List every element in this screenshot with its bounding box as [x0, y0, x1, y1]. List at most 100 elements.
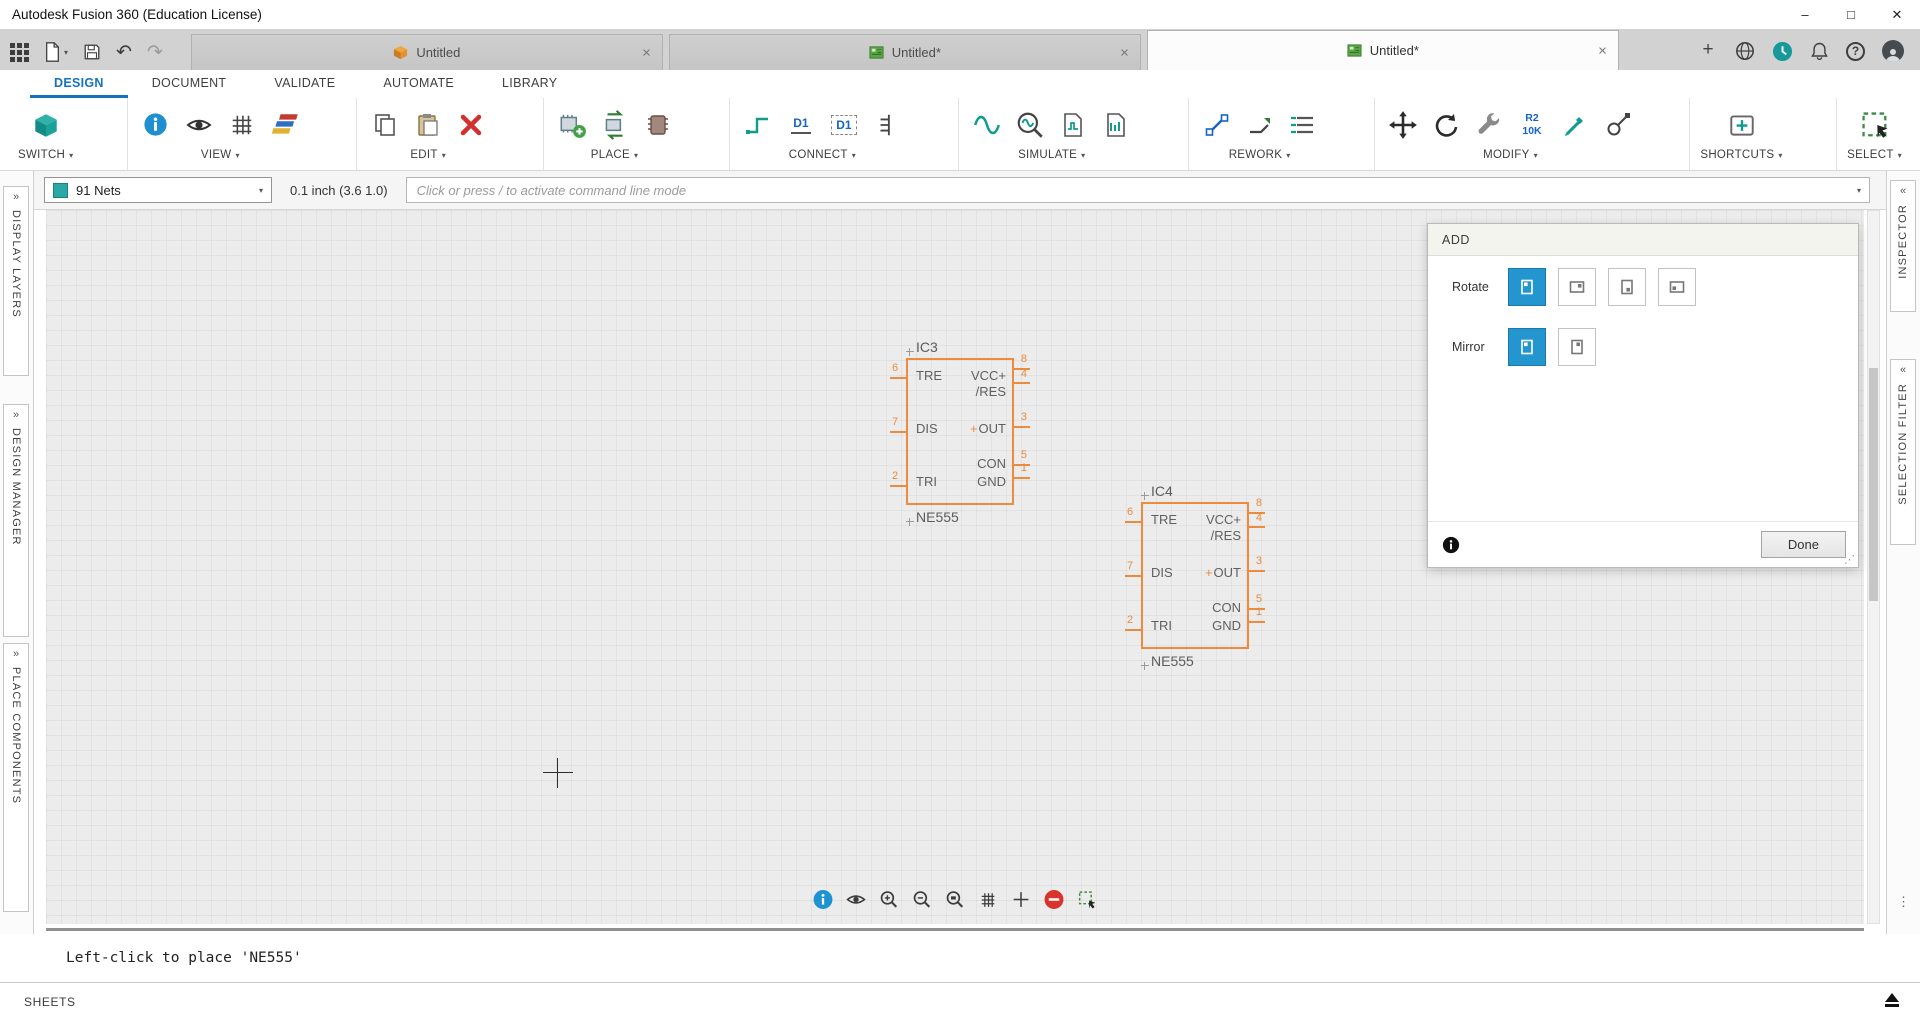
- sheets-tab[interactable]: SHEETS: [24, 995, 76, 1009]
- logic-doc-icon[interactable]: [1098, 107, 1134, 143]
- place-part-icon[interactable]: [554, 107, 590, 143]
- job-status-clock-icon[interactable]: [1772, 41, 1793, 62]
- net-name-icon[interactable]: D1: [826, 107, 862, 143]
- schematic-canvas[interactable]: IC3 6 7 2 8 4: [46, 210, 1864, 924]
- new-tab-button[interactable]: +: [1693, 35, 1723, 65]
- replace-part-icon[interactable]: [597, 107, 633, 143]
- canvas-info-icon[interactable]: [813, 889, 834, 910]
- tab-close-icon[interactable]: ×: [642, 44, 651, 61]
- mirror-off-button[interactable]: [1508, 328, 1546, 366]
- add-dialog-title[interactable]: ADD: [1428, 224, 1858, 256]
- net-label-icon[interactable]: D1: [783, 107, 819, 143]
- save-button[interactable]: [83, 43, 101, 61]
- zoom-in-icon[interactable]: [879, 889, 900, 910]
- command-line-input[interactable]: [406, 177, 1870, 203]
- canvas-select-icon[interactable]: [1077, 889, 1098, 910]
- horizontal-scrollbar[interactable]: [46, 928, 1864, 931]
- zoom-fit-icon[interactable]: [945, 889, 966, 910]
- help-icon[interactable]: ?: [1846, 42, 1865, 61]
- route-arrow-icon[interactable]: [1242, 107, 1278, 143]
- layers-icon[interactable]: [267, 107, 303, 143]
- waveform-doc-icon[interactable]: [1055, 107, 1091, 143]
- component-ic3[interactable]: IC3 6 7 2 8 4: [906, 339, 1014, 526]
- grid-icon[interactable]: [224, 107, 260, 143]
- notifications-bell-icon[interactable]: [1810, 41, 1829, 61]
- net-icon[interactable]: [740, 107, 776, 143]
- package-icon[interactable]: [640, 107, 676, 143]
- simulate-dropdown[interactable]: SIMULATE▾: [1018, 149, 1085, 161]
- mirror-on-button[interactable]: [1558, 328, 1596, 366]
- redo-icon[interactable]: ↷: [147, 43, 163, 62]
- modify-dropdown[interactable]: MODIFY▾: [1483, 149, 1538, 161]
- stop-icon[interactable]: [1044, 889, 1065, 910]
- tab-close-icon[interactable]: ×: [1120, 44, 1129, 61]
- view-dropdown[interactable]: VIEW▾: [201, 149, 240, 161]
- panel-tab-place-components[interactable]: » PLACE COMPONENTS: [3, 643, 29, 912]
- panel-tab-selection-filter[interactable]: « SELECTION FILTER: [1890, 359, 1916, 545]
- component-ic4[interactable]: IC4 6 7 2 8 4: [1141, 483, 1249, 670]
- sine-wave-icon[interactable]: [969, 107, 1005, 143]
- paste-icon[interactable]: [410, 107, 446, 143]
- draw-wire-icon[interactable]: [1199, 107, 1235, 143]
- delete-icon[interactable]: [453, 107, 489, 143]
- rotate-0-button[interactable]: [1508, 268, 1546, 306]
- maximize-button[interactable]: □: [1828, 0, 1874, 29]
- info-icon[interactable]: [138, 107, 174, 143]
- canvas-crosshair-icon[interactable]: [1011, 889, 1032, 910]
- menu-document[interactable]: DOCUMENT: [128, 70, 251, 98]
- chevron-down-icon[interactable]: ▾: [1857, 186, 1861, 195]
- rotate-icon[interactable]: [1428, 107, 1464, 143]
- switch-board-icon[interactable]: [28, 107, 64, 143]
- tab-untitled-1[interactable]: Untitled ×: [191, 34, 663, 70]
- connect-dropdown[interactable]: CONNECT▾: [789, 149, 856, 161]
- edit-dropdown[interactable]: EDIT▾: [410, 149, 446, 161]
- menu-design[interactable]: DESIGN: [30, 70, 128, 98]
- app-grid-menu-icon[interactable]: [10, 43, 29, 62]
- user-avatar[interactable]: [1882, 40, 1904, 62]
- value-icon[interactable]: R2 10K: [1514, 107, 1550, 143]
- minimize-button[interactable]: –: [1782, 0, 1828, 29]
- rail-overflow-icon[interactable]: ⋮: [1887, 894, 1920, 910]
- dialog-resize-handle[interactable]: ⋰: [1844, 553, 1855, 566]
- shortcut-box-icon[interactable]: [1724, 107, 1760, 143]
- vertical-scrollbar[interactable]: [1867, 210, 1880, 924]
- tab-untitled-2[interactable]: Untitled* ×: [669, 34, 1141, 70]
- rotate-90-button[interactable]: [1558, 268, 1596, 306]
- scrollbar-thumb[interactable]: [1869, 368, 1878, 601]
- undo-icon[interactable]: ↶: [116, 43, 132, 62]
- copy-icon[interactable]: [367, 107, 403, 143]
- select-marquee-icon[interactable]: [1857, 107, 1893, 143]
- ulp-probe-icon[interactable]: [1557, 107, 1593, 143]
- web-globe-icon[interactable]: [1735, 41, 1755, 61]
- nets-dropdown[interactable]: 91 Nets ▾: [44, 177, 272, 203]
- move-icon[interactable]: [1385, 107, 1421, 143]
- tab-untitled-3-active[interactable]: Untitled* ×: [1147, 30, 1619, 70]
- close-button[interactable]: ✕: [1874, 0, 1920, 29]
- eye-icon[interactable]: [181, 107, 217, 143]
- place-dropdown[interactable]: PLACE▾: [591, 149, 639, 161]
- panel-tab-inspector[interactable]: « INSPECTOR: [1890, 180, 1916, 312]
- menu-validate[interactable]: VALIDATE: [250, 70, 359, 98]
- switch-dropdown[interactable]: SWITCH▾: [18, 149, 73, 161]
- tab-close-icon[interactable]: ×: [1598, 42, 1607, 59]
- panel-tab-display-layers[interactable]: » DISPLAY LAYERS: [3, 186, 29, 376]
- rework-dropdown[interactable]: REWORK▾: [1229, 149, 1291, 161]
- expand-bottom-panel-icon[interactable]: [1884, 993, 1900, 1009]
- canvas-grid-icon[interactable]: [978, 889, 999, 910]
- wrench-icon[interactable]: [1471, 107, 1507, 143]
- menu-automate[interactable]: AUTOMATE: [359, 70, 478, 98]
- rotate-270-button[interactable]: [1658, 268, 1696, 306]
- shortcuts-dropdown[interactable]: SHORTCUTS▾: [1700, 149, 1782, 161]
- file-menu-button[interactable]: ▾: [44, 42, 68, 62]
- canvas-eye-icon[interactable]: [846, 889, 867, 910]
- zoom-out-icon[interactable]: [912, 889, 933, 910]
- pin-swap-icon[interactable]: [1600, 107, 1636, 143]
- panel-tab-design-manager[interactable]: » DESIGN MANAGER: [3, 404, 29, 637]
- select-dropdown[interactable]: SELECT▾: [1847, 149, 1902, 161]
- junction-icon[interactable]: [869, 107, 905, 143]
- done-button[interactable]: Done: [1761, 531, 1846, 558]
- dialog-info-icon[interactable]: [1442, 536, 1460, 554]
- align-icon[interactable]: [1285, 107, 1321, 143]
- menu-library[interactable]: LIBRARY: [478, 70, 581, 98]
- rotate-180-button[interactable]: [1608, 268, 1646, 306]
